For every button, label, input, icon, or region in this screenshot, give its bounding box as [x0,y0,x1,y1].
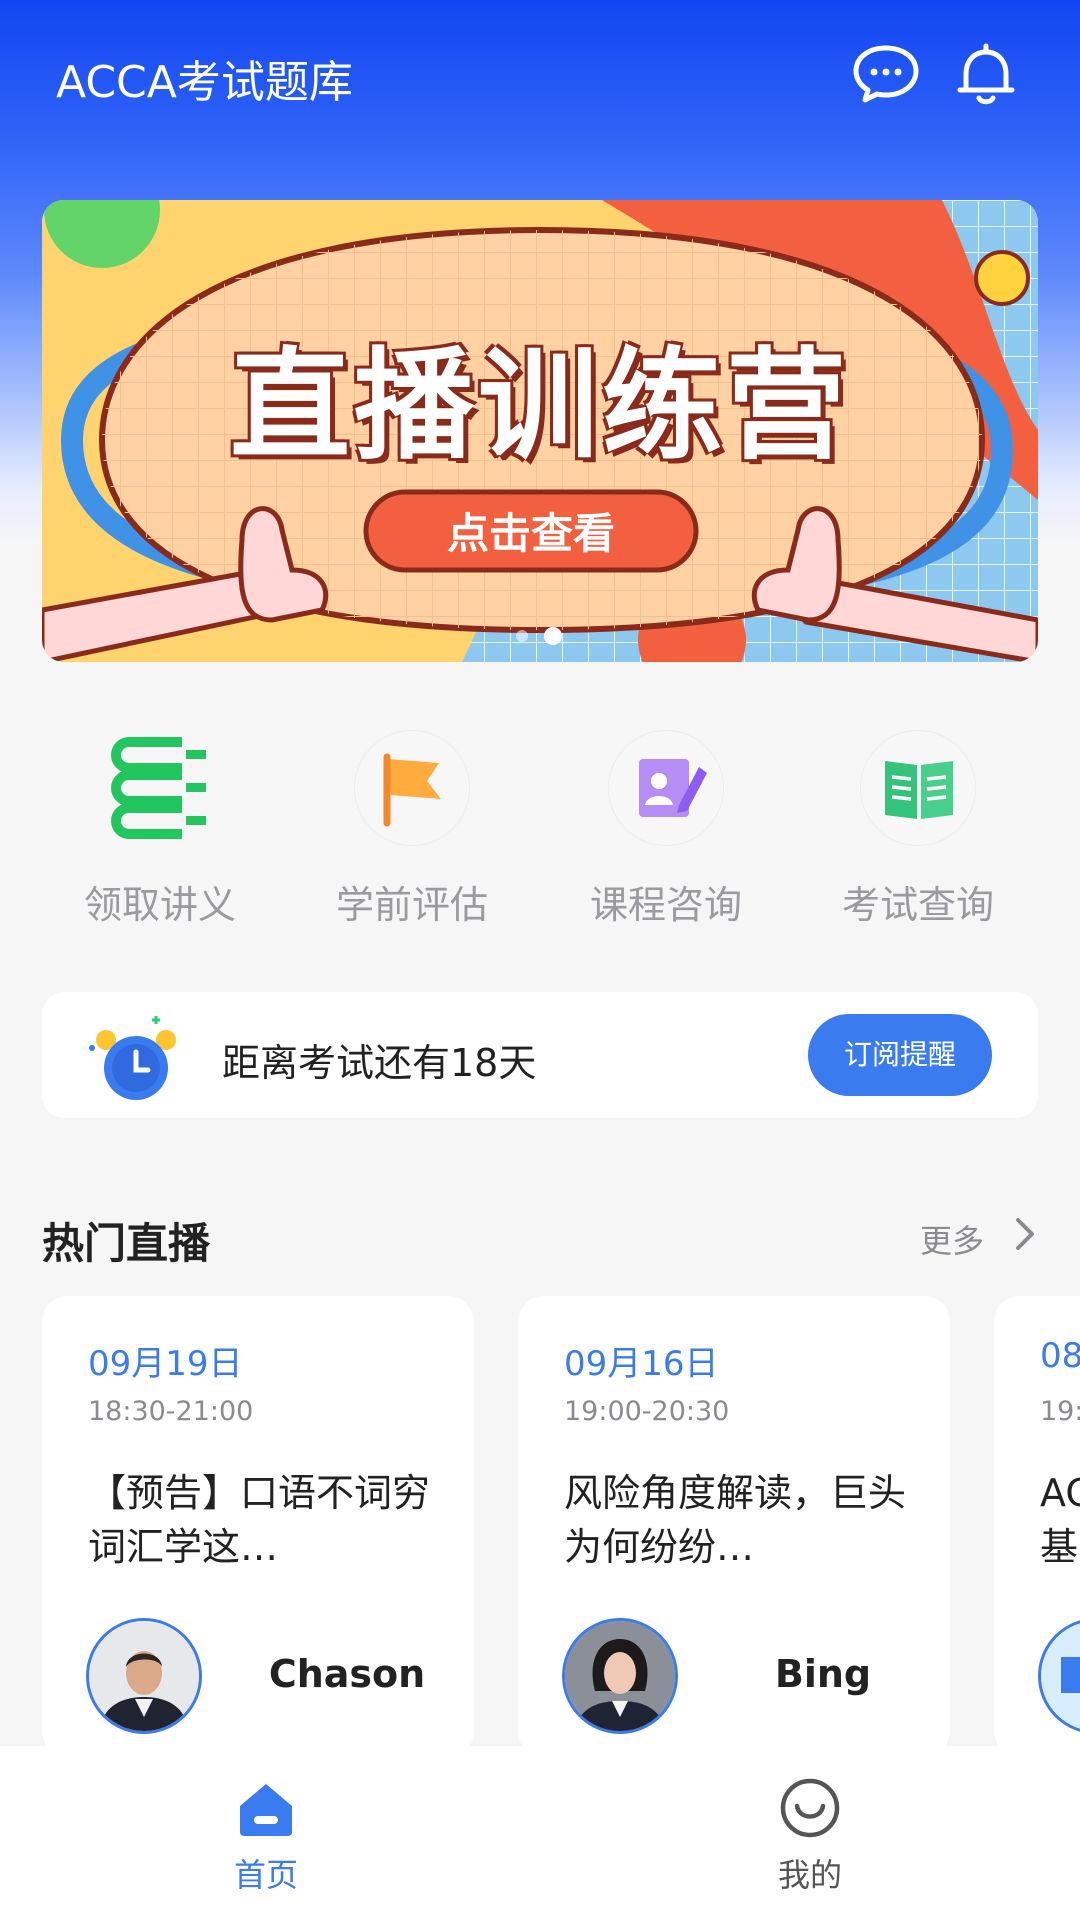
more-link[interactable]: 更多 [920,1216,984,1262]
smiley-icon [780,1778,840,1838]
alarm-clock-icon [86,1010,186,1110]
nav-mine[interactable]: 我的 [710,1776,910,1896]
quick-entries: 领取讲义 学前评估 课程咨询 考试查询 [0,730,1080,930]
bottom-nav: 首页 我的 [0,1746,1080,1920]
home-icon [240,1784,292,1836]
books-icon [102,730,218,846]
section-title: 热门直播 [42,1219,211,1268]
card-date: 09月19日 [88,1344,243,1384]
card-date: 08 [1040,1336,1080,1376]
exam-countdown-card: 距离考试还有18天 订阅提醒 [42,992,1038,1118]
card-title: 风险角度解读，巨头为何纷纷… [564,1471,907,1569]
banner-button[interactable]: 点击查看 [366,500,696,561]
entry-consult[interactable]: 课程咨询 [566,730,766,929]
avatar [562,1618,678,1734]
card-date: 09月16日 [564,1344,719,1384]
live-card[interactable]: 09月19日 18:30-21:00 【预告】口语不词穷 词汇学这… Chaso… [42,1296,474,1756]
banner-dot-1 [516,630,528,642]
entry-label: 课程咨询 [589,883,742,927]
nav-label: 首页 [233,1856,298,1894]
card-teacher-name: Bing [774,1652,872,1696]
entry-exam-query[interactable]: 考试查询 [818,730,1018,929]
card-time: 18:30-21:00 [88,1396,254,1427]
entry-label: 学前评估 [335,883,488,927]
avatar [1038,1618,1080,1734]
bell-icon[interactable] [950,38,1022,110]
card-time: 19: [1040,1396,1080,1427]
live-card-list: 09月19日 18:30-21:00 【预告】口语不词穷 词汇学这… Chaso… [0,1296,1080,1756]
card-time: 19:00-20:30 [564,1396,730,1427]
subscribe-reminder-button[interactable]: 订阅提醒 [808,1014,992,1096]
banner-dot-2 [544,627,562,645]
entry-handouts[interactable]: 领取讲义 [60,730,260,929]
header: ACCA考试题库 直播训练营 点击查看 [0,0,1080,680]
chat-bubble-icon[interactable] [850,38,922,110]
card-title: 【预告】口语不词穷 词汇学这… [88,1471,431,1569]
entry-label: 领取讲义 [83,883,236,927]
live-card[interactable]: 08 19: AC基 [994,1296,1080,1756]
card-teacher-name: Chason [268,1652,426,1696]
app-title: ACCA考试题库 [56,57,353,108]
countdown-text: 距离考试还有18天 [222,1041,537,1085]
entry-assessment[interactable]: 学前评估 [312,730,512,929]
nav-label: 我的 [777,1856,842,1894]
nav-home[interactable]: 首页 [166,1776,366,1896]
chevron-right-icon[interactable] [1010,1214,1038,1254]
banner[interactable]: 直播训练营 点击查看 [42,200,1038,662]
live-card[interactable]: 09月16日 19:00-20:30 风险角度解读，巨头为何纷纷… Bing [518,1296,950,1756]
card-title: AC基 [1040,1471,1080,1569]
avatar [86,1618,202,1734]
consult-icon [608,730,724,846]
entry-label: 考试查询 [841,883,994,927]
flag-icon [354,730,470,846]
banner-title: 直播训练营 [230,337,850,476]
open-book-icon [860,730,976,846]
